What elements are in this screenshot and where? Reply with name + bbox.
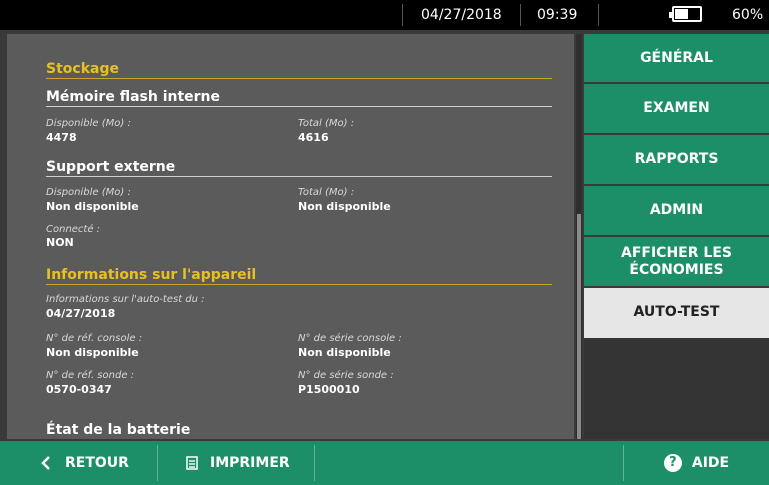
scrollbar-thumb[interactable] [577, 214, 581, 439]
divider [46, 284, 552, 285]
console-serial-label: N° de série console : [298, 333, 402, 344]
external-total-label: Total (Mo) : [298, 187, 355, 198]
storage-title: Stockage [46, 61, 119, 77]
probe-ref-value: 0570-0347 [46, 383, 112, 396]
print-button[interactable]: IMPRIMER [158, 441, 314, 485]
external-available-value: Non disponible [46, 200, 139, 213]
battery-status-title: État de la batterie [46, 422, 191, 438]
internal-available-value: 4478 [46, 131, 77, 144]
chevron-left-icon [41, 456, 50, 470]
internal-total-label: Total (Mo) : [298, 118, 355, 129]
status-divider [520, 4, 521, 26]
status-date: 04/27/2018 [421, 7, 502, 23]
self-test-content[interactable]: Stockage Mémoire flash interne Disponibl… [7, 34, 574, 439]
tab-reports[interactable]: RAPPORTS [584, 135, 769, 186]
probe-ref-label: N° de réf. sonde : [46, 370, 135, 381]
internal-available-label: Disponible (Mo) : [46, 118, 131, 129]
tab-self-test[interactable]: AUTO-TEST [584, 288, 769, 338]
status-divider [402, 4, 403, 26]
help-button-label: AIDE [691, 455, 730, 471]
status-time: 09:39 [537, 7, 578, 23]
print-icon [186, 456, 198, 470]
tab-general[interactable]: GÉNÉRAL [584, 34, 769, 84]
help-icon: ? [663, 454, 682, 472]
divider [46, 78, 552, 79]
tab-show-savings-line2: ÉCONOMIES [629, 262, 724, 278]
tab-exam[interactable]: EXAMEN [584, 84, 769, 135]
divider [46, 106, 552, 107]
console-serial-value: Non disponible [298, 346, 391, 359]
status-bar: 04/27/2018 09:39 60% [0, 0, 769, 30]
battery-icon [669, 6, 702, 22]
bottom-action-bar: RETOUR IMPRIMER ? AIDE [0, 441, 769, 485]
divider [46, 176, 552, 177]
console-ref-value: Non disponible [46, 346, 139, 359]
back-button-label: RETOUR [65, 455, 129, 471]
print-button-label: IMPRIMER [210, 455, 290, 471]
external-available-label: Disponible (Mo) : [46, 187, 131, 198]
external-connected-value: NON [46, 236, 74, 249]
device-info-title: Informations sur l'appareil [46, 267, 257, 283]
probe-serial-label: N° de série sonde : [298, 370, 394, 381]
tab-admin[interactable]: ADMIN [584, 186, 769, 237]
selftest-date-value: 04/27/2018 [46, 307, 116, 320]
tab-show-savings[interactable]: AFFICHER LES ÉCONOMIES [584, 237, 769, 288]
external-support-title: Support externe [46, 159, 176, 175]
internal-flash-title: Mémoire flash interne [46, 89, 221, 105]
help-button[interactable]: ? AIDE [624, 441, 769, 485]
battery-percent: 60% [732, 7, 764, 23]
divider [314, 445, 315, 481]
back-button[interactable]: RETOUR [0, 441, 157, 485]
external-connected-label: Connecté : [46, 224, 101, 235]
internal-total-value: 4616 [298, 131, 329, 144]
tab-show-savings-line1: AFFICHER LES [621, 245, 732, 261]
status-divider [598, 4, 599, 26]
external-total-value: Non disponible [298, 200, 391, 213]
probe-serial-value: P1500010 [298, 383, 360, 396]
selftest-date-label: Informations sur l'auto-test du : [46, 294, 205, 305]
console-ref-label: N° de réf. console : [46, 333, 143, 344]
